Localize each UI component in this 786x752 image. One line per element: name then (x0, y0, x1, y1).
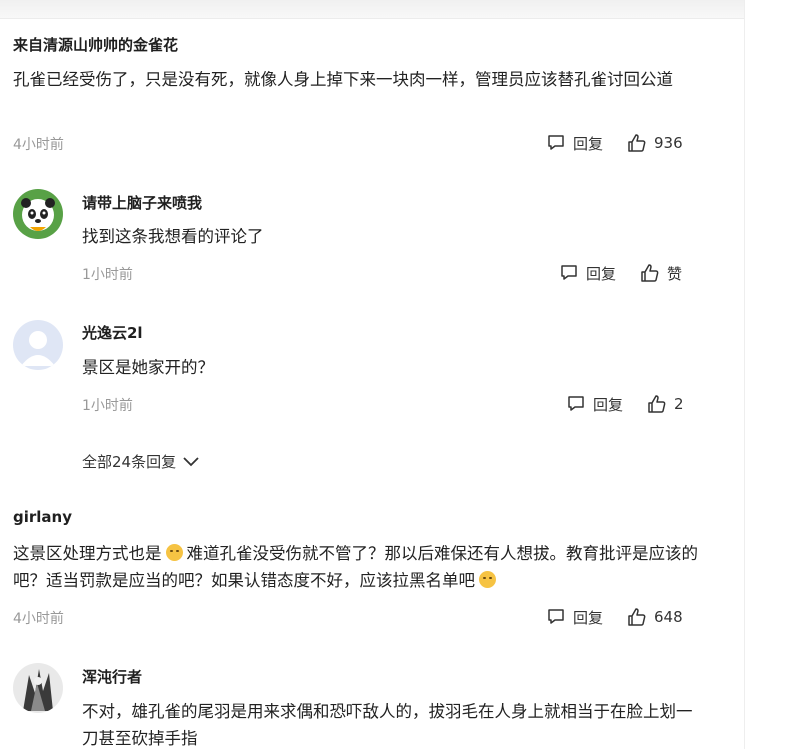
right-panel (744, 0, 786, 749)
comment-text: 孔雀已经受伤了，只是没有死，就像人身上掉下来一块肉一样，管理员应该替孔雀讨回公道 (13, 70, 673, 89)
comment-text-part: 这景区处理方式也是 (13, 544, 162, 563)
reply-label: 回复 (586, 264, 617, 283)
comment-text: 不对，雄孔雀的尾羽是用来求偶和恐吓敌人的，拔羽毛在人身上就相当于在脸上划一刀甚至… (82, 702, 693, 748)
like-button[interactable]: 648 (627, 606, 683, 628)
like-count: 936 (654, 134, 683, 152)
reply-button[interactable]: 回复 (546, 132, 603, 154)
comment-bubble-icon (548, 135, 564, 150)
chevron-down-icon (183, 456, 199, 466)
avatar[interactable] (13, 189, 63, 239)
comment-username[interactable]: 浑沌行者 (82, 666, 142, 687)
like-count: 赞 (667, 264, 683, 283)
comment-bubble-icon (561, 265, 577, 280)
reply-username[interactable]: 光逸云2l (82, 322, 143, 343)
view-all-replies-label: 全部24条回复 (82, 453, 177, 471)
reply-text: 景区是她家开的？ (82, 358, 214, 377)
reply-label: 回复 (573, 134, 604, 153)
reply-label: 回复 (573, 608, 604, 627)
thumbs-up-icon (648, 395, 666, 413)
reply-button[interactable]: 回复 (559, 262, 616, 284)
like-count: 2 (674, 395, 684, 413)
reply-text: 找到这条我想看的评论了 (82, 227, 264, 246)
thumbs-up-icon (641, 264, 659, 282)
thumbs-up-icon (628, 134, 646, 152)
like-button[interactable]: 赞 (640, 262, 682, 284)
emoji-icon (479, 571, 496, 588)
thumbs-up-icon (628, 608, 646, 626)
like-count: 648 (654, 608, 683, 626)
avatar[interactable] (13, 663, 63, 713)
avatar[interactable] (13, 320, 63, 370)
like-button[interactable]: 936 (627, 132, 683, 154)
reply-time: 1小时前 (82, 267, 133, 283)
reply-button[interactable]: 回复 (546, 606, 603, 628)
reply-button[interactable]: 回复 (566, 393, 623, 415)
reply-time: 1小时前 (82, 398, 133, 414)
reply-username[interactable]: 请带上脑子来喷我 (82, 192, 202, 213)
comment-time: 4小时前 (13, 137, 64, 153)
comment-bubble-icon (548, 609, 564, 624)
reply-label: 回复 (593, 395, 624, 414)
emoji-icon (165, 544, 183, 561)
like-button[interactable]: 2 (647, 393, 684, 415)
comment-username[interactable]: girlany (13, 508, 72, 526)
view-all-replies-link[interactable]: 全部24条回复 (82, 451, 200, 472)
comment-text: 这景区处理方式也是 难道孔雀没受伤就不管了？那以后难保还有人想拔。教育批评是应该的… (13, 540, 703, 594)
comment-username[interactable]: 来自清源山帅帅的金雀花 (13, 34, 178, 55)
top-toolbar (0, 0, 744, 19)
comment-time: 4小时前 (13, 611, 64, 627)
comment-bubble-icon (568, 396, 584, 411)
